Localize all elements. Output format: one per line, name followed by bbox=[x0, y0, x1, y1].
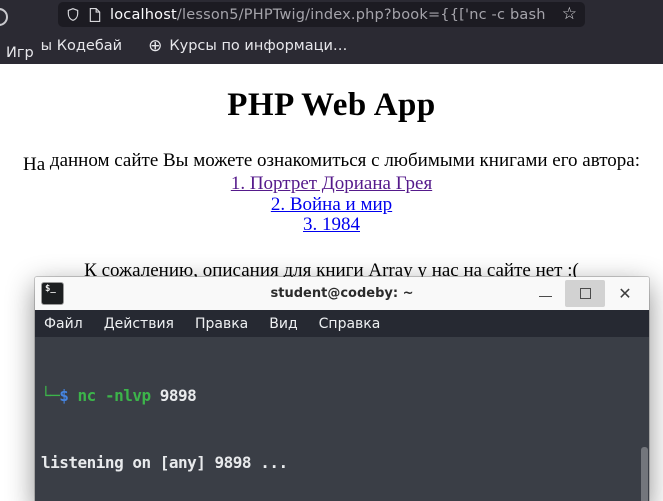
browser-chrome: localhost/lesson5/PHPTwig/index.php?book… bbox=[0, 0, 663, 64]
close-button[interactable]: ✕ bbox=[605, 280, 645, 307]
page-info-icon[interactable] bbox=[89, 7, 101, 22]
url-text[interactable]: localhost/lesson5/PHPTwig/index.php?book… bbox=[110, 7, 551, 23]
prompt-arg: 9898 bbox=[150, 385, 197, 405]
intro-text-prefix: На bbox=[23, 154, 46, 175]
bookmark-star-icon[interactable]: ☆ bbox=[562, 6, 577, 23]
terminal-titlebar[interactable]: $_ student@codeby: ~ ✕ bbox=[35, 277, 649, 310]
screen: localhost/lesson5/PHPTwig/index.php?book… bbox=[0, 0, 663, 501]
bookmarks-bar: Игр ы Кодебай ⊕ Курсы по информаци… bbox=[0, 28, 663, 64]
globe-icon: ⊕ bbox=[148, 35, 163, 56]
bookmark-courses-label: Курсы по информаци… bbox=[169, 38, 348, 54]
terminal-output[interactable]: └─$ nc -nlvp 9898 listening on [any] 989… bbox=[35, 337, 649, 501]
menu-help[interactable]: Справка bbox=[319, 316, 381, 332]
menu-actions[interactable]: Действия bbox=[104, 316, 174, 332]
book-link-3[interactable]: 3. 1984 bbox=[0, 214, 663, 236]
intro-text: На данном сайте Вы можете ознакомиться с… bbox=[0, 150, 663, 175]
url-host: localhost bbox=[110, 6, 177, 23]
maximize-icon bbox=[579, 288, 591, 299]
terminal-window: $_ student@codeby: ~ ✕ Файл Действия Пра… bbox=[35, 277, 649, 501]
menu-view[interactable]: Вид bbox=[269, 316, 297, 332]
menu-edit[interactable]: Правка bbox=[195, 316, 248, 332]
minimize-button[interactable] bbox=[525, 280, 565, 307]
book-link-2[interactable]: 2. Война и мир bbox=[0, 194, 663, 216]
terminal-menubar: Файл Действия Правка Вид Справка bbox=[35, 310, 649, 337]
reload-icon[interactable] bbox=[0, 8, 8, 26]
url-path: /lesson5/PHPTwig/index.php?book={{['nc -… bbox=[176, 6, 551, 23]
book-link-1[interactable]: 1. Портрет Дориана Грея bbox=[0, 173, 663, 195]
prompt-arm: └─ bbox=[41, 385, 60, 405]
terminal-app-icon: $_ bbox=[41, 282, 64, 305]
shield-icon[interactable] bbox=[66, 7, 80, 22]
output-line: listening on [any] 9898 ... bbox=[41, 453, 288, 473]
bookmark-codeby-label-prefix: Игр bbox=[6, 45, 34, 61]
page-title: PHP Web App bbox=[227, 87, 436, 123]
close-icon: ✕ bbox=[618, 283, 632, 303]
intro-text-rest: данном сайте Вы можете ознакомиться с лю… bbox=[45, 150, 640, 171]
browser-toolbar: localhost/lesson5/PHPTwig/index.php?book… bbox=[0, 0, 663, 28]
prompt-command: nc -nlvp bbox=[68, 385, 152, 405]
book-links: 1. Портрет Дориана Грея 2. Война и мир 3… bbox=[0, 173, 663, 236]
prompt-line: └─$ nc -nlvp 9898 bbox=[41, 385, 635, 407]
window-controls: ✕ bbox=[525, 277, 645, 310]
bookmark-codeby[interactable]: Игр ы Кодебай bbox=[6, 38, 123, 61]
minimize-icon bbox=[538, 296, 552, 297]
bookmark-courses[interactable]: ⊕ Курсы по информаци… bbox=[148, 35, 348, 56]
maximize-button[interactable] bbox=[565, 280, 605, 307]
terminal-scrollbar[interactable] bbox=[641, 447, 648, 501]
menu-file[interactable]: Файл bbox=[44, 316, 83, 332]
address-bar[interactable]: localhost/lesson5/PHPTwig/index.php?book… bbox=[58, 2, 585, 27]
bookmark-codeby-label: ы Кодебай bbox=[40, 38, 123, 54]
